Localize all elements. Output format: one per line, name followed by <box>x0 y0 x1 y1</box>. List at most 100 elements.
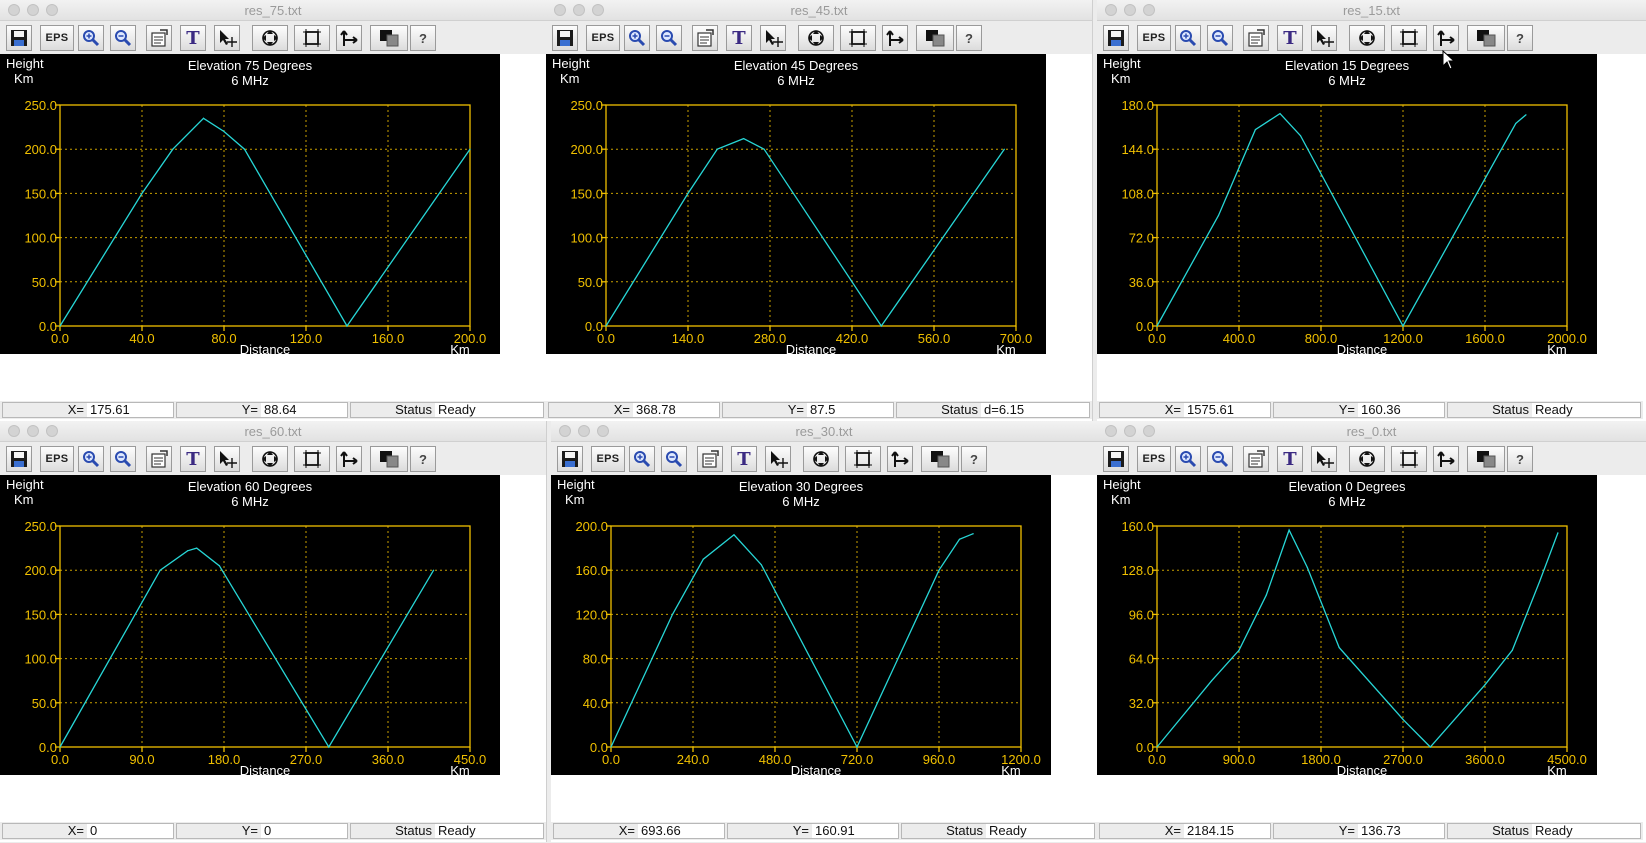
window-titlebar[interactable]: res_30.txt <box>551 421 1097 442</box>
text-button[interactable]: T <box>1277 446 1303 472</box>
window-titlebar[interactable]: res_15.txt <box>1097 0 1646 21</box>
frame-button[interactable] <box>1391 446 1427 472</box>
x-axis-label: Distance <box>786 342 837 354</box>
zoom-in-button[interactable] <box>624 25 650 51</box>
axes-button[interactable] <box>336 25 362 51</box>
help-button[interactable]: ? <box>1507 446 1533 472</box>
zoom-in-button[interactable] <box>78 25 104 51</box>
eps-button[interactable]: EPS <box>586 25 620 51</box>
zoom-out-button[interactable] <box>661 446 687 472</box>
move-cursor-button[interactable] <box>1311 446 1337 472</box>
zoom-out-button[interactable] <box>110 25 136 51</box>
zoom-out-button[interactable] <box>1207 446 1233 472</box>
text-button[interactable]: T <box>180 25 206 51</box>
properties-button[interactable] <box>692 25 718 51</box>
move-cursor-button[interactable] <box>214 446 240 472</box>
axes-button[interactable] <box>887 446 913 472</box>
line-chart[interactable]: 0.0 90.0 180.0 270.0 360.0 450.00.050.0100.01… <box>0 475 500 775</box>
text-button[interactable]: T <box>731 446 757 472</box>
zoom-out-button[interactable] <box>656 25 682 51</box>
x-coordinate-field: X= 368.78 <box>548 402 720 418</box>
fit-view-button[interactable] <box>798 25 834 51</box>
help-button[interactable]: ? <box>956 25 982 51</box>
line-chart[interactable]: 0.0 400.0 800.0 1200.0 1600.0 2000.00.036.072… <box>1097 54 1597 354</box>
properties-button[interactable] <box>146 446 172 472</box>
fit-view-button[interactable] <box>252 446 288 472</box>
line-chart[interactable]: 0.0 40.0 80.0 120.0 160.0 200.00.050.0100.015… <box>0 54 500 354</box>
line-chart[interactable]: 0.0 140.0 280.0 420.0 560.0 700.00.050.0100.0… <box>546 54 1046 354</box>
save-button[interactable] <box>552 25 578 51</box>
text-button[interactable]: T <box>726 25 752 51</box>
help-button[interactable]: ? <box>410 25 436 51</box>
save-button[interactable] <box>1103 446 1129 472</box>
color-invert-button[interactable] <box>916 25 954 51</box>
window-titlebar[interactable]: res_45.txt <box>546 0 1092 21</box>
help-icon: ? <box>965 30 973 46</box>
eps-button[interactable]: EPS <box>40 446 74 472</box>
zoom-in-button[interactable] <box>629 446 655 472</box>
y-tick-label: 160.0 <box>575 563 608 578</box>
properties-button[interactable] <box>697 446 723 472</box>
frame-button[interactable] <box>840 25 876 51</box>
eps-button[interactable]: EPS <box>40 25 74 51</box>
y-tick-label: 200.0 <box>575 519 608 534</box>
help-button[interactable]: ? <box>961 446 987 472</box>
properties-button[interactable] <box>1243 25 1269 51</box>
text-button[interactable]: T <box>1277 25 1303 51</box>
window-title: res_30.txt <box>795 424 853 439</box>
window-titlebar[interactable]: res_0.txt <box>1097 421 1646 442</box>
chart-subtitle: 6 MHz <box>782 494 820 509</box>
save-button[interactable] <box>557 446 583 472</box>
axes-button[interactable] <box>1433 446 1459 472</box>
fit-view-button[interactable] <box>252 25 288 51</box>
zoom-out-button[interactable] <box>110 446 136 472</box>
line-chart[interactable]: 0.0 240.0 480.0 720.0 960.0 1200.00.040.080.0… <box>551 475 1051 775</box>
save-button[interactable] <box>6 446 32 472</box>
line-chart[interactable]: 0.0 900.0 1800.0 2700.0 3600.0 4500.00.032.06… <box>1097 475 1597 775</box>
properties-button[interactable] <box>1243 446 1269 472</box>
zoom-out-button[interactable] <box>1207 25 1233 51</box>
save-button[interactable] <box>1103 25 1129 51</box>
x-tick-label: 1600.0 <box>1465 331 1505 346</box>
series-point <box>1306 566 1308 569</box>
window-titlebar[interactable]: res_60.txt <box>0 421 546 442</box>
eps-button[interactable]: EPS <box>1137 25 1171 51</box>
fit-view-button[interactable] <box>1349 446 1385 472</box>
move-cursor-button[interactable] <box>1311 25 1337 51</box>
properties-icon <box>151 450 168 468</box>
fit-view-button[interactable] <box>803 446 839 472</box>
fit-view-icon <box>1359 451 1375 467</box>
zoom-in-button[interactable] <box>1175 25 1201 51</box>
color-invert-button[interactable] <box>1467 25 1505 51</box>
fit-view-button[interactable] <box>1349 25 1385 51</box>
eps-button[interactable]: EPS <box>591 446 625 472</box>
move-cursor-button[interactable] <box>760 25 786 51</box>
eps-button[interactable]: EPS <box>1137 446 1171 472</box>
zoom-in-button[interactable] <box>78 446 104 472</box>
window-titlebar[interactable]: res_75.txt <box>0 0 546 21</box>
save-button[interactable] <box>6 25 32 51</box>
move-cursor-button[interactable] <box>214 25 240 51</box>
eps-label: EPS <box>1142 32 1166 44</box>
move-cursor-button[interactable] <box>765 446 791 472</box>
axes-button[interactable] <box>1433 25 1459 51</box>
x-tick-label: 800.0 <box>1305 331 1338 346</box>
axes-button[interactable] <box>336 446 362 472</box>
frame-button[interactable] <box>845 446 881 472</box>
text-icon: T <box>186 448 200 470</box>
move-cursor-icon <box>1317 30 1334 47</box>
zoom-in-button[interactable] <box>1175 446 1201 472</box>
color-invert-button[interactable] <box>921 446 959 472</box>
frame-button[interactable] <box>294 446 330 472</box>
properties-icon <box>151 29 168 47</box>
properties-button[interactable] <box>146 25 172 51</box>
text-button[interactable]: T <box>180 446 206 472</box>
help-button[interactable]: ? <box>1507 25 1533 51</box>
frame-button[interactable] <box>1391 25 1427 51</box>
color-invert-button[interactable] <box>370 446 408 472</box>
axes-button[interactable] <box>882 25 908 51</box>
color-invert-button[interactable] <box>370 25 408 51</box>
help-button[interactable]: ? <box>410 446 436 472</box>
color-invert-button[interactable] <box>1467 446 1505 472</box>
frame-button[interactable] <box>294 25 330 51</box>
